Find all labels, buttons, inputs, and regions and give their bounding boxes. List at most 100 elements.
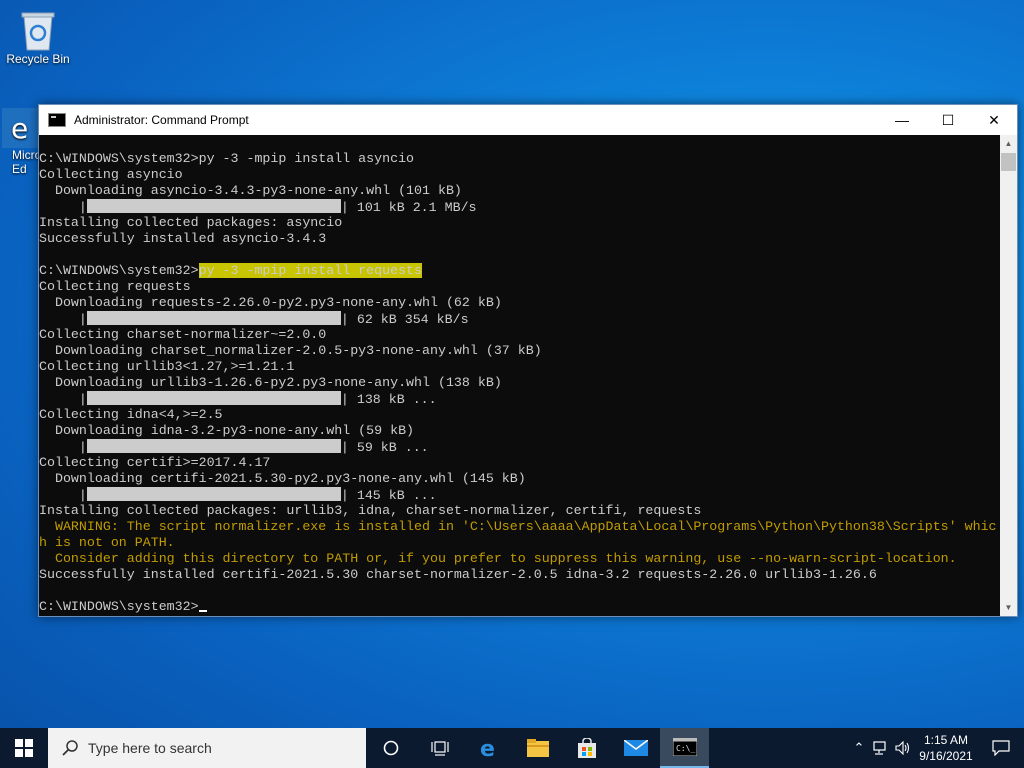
console-line-text: Installing collected packages: urllib3, … bbox=[39, 503, 702, 518]
command-prompt-window[interactable]: Administrator: Command Prompt — ☐ ✕ C:\W… bbox=[38, 104, 1018, 617]
scroll-up-icon[interactable]: ▲ bbox=[1000, 135, 1017, 152]
store-bag-icon bbox=[577, 738, 596, 758]
console-line-suffix: | 59 kB ... bbox=[340, 440, 429, 455]
command-prompt-icon: C:\_ bbox=[672, 738, 697, 756]
console-line: Downloading urllib3-1.26.6-py2.py3-none-… bbox=[39, 375, 999, 391]
taskbar-search-box[interactable]: Type here to search bbox=[48, 728, 366, 768]
console-line-suffix: | 138 kB ... bbox=[340, 392, 437, 407]
search-icon bbox=[62, 740, 78, 756]
cortana-button[interactable] bbox=[366, 728, 415, 768]
text-cursor bbox=[198, 610, 207, 612]
console-line: Installing collected packages: asyncio bbox=[39, 215, 999, 231]
progress-bar bbox=[86, 439, 341, 453]
edge-icon: e bbox=[480, 737, 495, 759]
console-line-text: Collecting requests bbox=[39, 279, 191, 294]
chevron-up-icon: ⌃ bbox=[853, 740, 865, 755]
svg-text:e: e bbox=[480, 737, 495, 759]
console-line: Consider adding this directory to PATH o… bbox=[39, 551, 999, 567]
console-line: Collecting idna<4,>=2.5 bbox=[39, 407, 999, 423]
task-view-icon bbox=[430, 741, 449, 756]
folder-icon bbox=[526, 739, 549, 757]
svg-text:e: e bbox=[11, 112, 28, 145]
scrollbar-thumb[interactable] bbox=[1001, 153, 1016, 171]
console-line-prefix: C:\WINDOWS\system32> bbox=[39, 599, 199, 614]
console-line: | | 138 kB ... bbox=[39, 391, 999, 407]
console-line-suffix: | 101 kB 2.1 MB/s bbox=[340, 200, 477, 215]
action-center-button[interactable] bbox=[978, 740, 1024, 756]
console-line-suffix: | 62 kB 354 kB/s bbox=[340, 312, 469, 327]
console-line-text: Successfully installed certifi-2021.5.30… bbox=[39, 567, 877, 582]
console-line: Downloading certifi-2021.5.30-py2.py3-no… bbox=[39, 471, 999, 487]
console-line-prefix: | bbox=[39, 488, 87, 503]
console-line-prefix: | bbox=[39, 392, 87, 407]
console-line-text: Collecting asyncio bbox=[39, 167, 183, 182]
search-placeholder: Type here to search bbox=[88, 740, 212, 756]
console-lines: C:\WINDOWS\system32>py -3 -mpip install … bbox=[39, 135, 999, 615]
desktop-icon-edge[interactable]: e Micro Ed bbox=[0, 108, 40, 176]
scroll-down-icon[interactable]: ▼ bbox=[1000, 599, 1017, 616]
console-line: | | 62 kB 354 kB/s bbox=[39, 311, 999, 327]
progress-bar bbox=[86, 487, 341, 501]
volume-button[interactable] bbox=[892, 741, 914, 755]
start-button[interactable] bbox=[0, 728, 48, 768]
desktop-icon-label: Micro Ed bbox=[12, 148, 40, 176]
console-line-prefix: C:\WINDOWS\system32> bbox=[39, 263, 199, 278]
console-line-prefix: | bbox=[39, 440, 87, 455]
clock-button[interactable]: 1:15 AM 9/16/2021 bbox=[914, 732, 978, 764]
console-line: WARNING: The script normalizer.exe is in… bbox=[39, 519, 999, 535]
console-line: | | 59 kB ... bbox=[39, 439, 999, 455]
console-line: Collecting charset-normalizer~=2.0.0 bbox=[39, 327, 999, 343]
task-view-button[interactable] bbox=[415, 728, 464, 768]
console-line: Downloading idna-3.2-py3-none-any.whl (5… bbox=[39, 423, 999, 439]
taskbar: Type here to search e C:\_ ⌃ 1:15 AM 9/1… bbox=[0, 728, 1024, 768]
console-line: Collecting urllib3<1.27,>=1.21.1 bbox=[39, 359, 999, 375]
console-line-text: Installing collected packages: asyncio bbox=[39, 215, 343, 230]
console-line: C:\WINDOWS\system32>py -3 -mpip install … bbox=[39, 263, 999, 279]
edge-icon: e bbox=[2, 108, 38, 148]
taskbar-mail-button[interactable] bbox=[611, 728, 660, 768]
console-line-text: Downloading charset_normalizer-2.0.5-py3… bbox=[39, 343, 542, 358]
windows-logo-icon bbox=[15, 739, 33, 757]
console-line: h is not on PATH. bbox=[39, 535, 999, 551]
vertical-scrollbar[interactable]: ▲ ▼ bbox=[1000, 135, 1017, 616]
progress-bar bbox=[86, 311, 341, 325]
clock-date: 9/16/2021 bbox=[919, 749, 973, 763]
window-titlebar[interactable]: Administrator: Command Prompt — ☐ ✕ bbox=[39, 105, 1017, 135]
desktop-icon-recycle-bin[interactable]: Recycle Bin bbox=[0, 8, 76, 66]
close-button[interactable]: ✕ bbox=[971, 105, 1017, 135]
console-line-text: Collecting urllib3<1.27,>=1.21.1 bbox=[39, 359, 295, 374]
console-line: C:\WINDOWS\system32> bbox=[39, 599, 999, 615]
console-line-suffix: | 145 kB ... bbox=[340, 488, 437, 503]
console-line: C:\WINDOWS\system32>py -3 -mpip install … bbox=[39, 151, 999, 167]
taskbar-cmd-button[interactable]: C:\_ bbox=[660, 728, 709, 768]
notification-icon bbox=[992, 740, 1010, 756]
console-line: Successfully installed asyncio-3.4.3 bbox=[39, 231, 999, 247]
network-button[interactable] bbox=[870, 741, 892, 755]
network-icon bbox=[873, 741, 886, 755]
console-output[interactable]: C:\WINDOWS\system32>py -3 -mpip install … bbox=[39, 135, 999, 616]
console-line-prefix: | bbox=[39, 200, 87, 215]
highlighted-command: py -3 -mpip install requests bbox=[198, 263, 423, 278]
taskbar-file-explorer-button[interactable] bbox=[513, 728, 562, 768]
recycle-bin-icon bbox=[18, 8, 58, 52]
progress-bar bbox=[86, 199, 341, 213]
progress-bar bbox=[86, 391, 341, 405]
taskbar-edge-button[interactable]: e bbox=[464, 728, 513, 768]
taskbar-store-button[interactable] bbox=[562, 728, 611, 768]
console-line-text: Collecting idna<4,>=2.5 bbox=[39, 407, 223, 422]
console-line-text: Downloading certifi-2021.5.30-py2.py3-no… bbox=[39, 471, 526, 486]
clock-time: 1:15 AM bbox=[923, 733, 969, 747]
console-line-text: WARNING: The script normalizer.exe is in… bbox=[39, 519, 997, 534]
minimize-button[interactable]: — bbox=[879, 105, 925, 135]
maximize-button[interactable]: ☐ bbox=[925, 105, 971, 135]
desktop-icon-label: Recycle Bin bbox=[6, 52, 70, 66]
console-line-text: Collecting charset-normalizer~=2.0.0 bbox=[39, 327, 327, 342]
show-hidden-icons-button[interactable]: ⌃ bbox=[848, 740, 870, 756]
speaker-icon bbox=[895, 741, 910, 755]
cortana-circle-icon bbox=[383, 740, 398, 756]
console-line-text: C:\WINDOWS\system32>py -3 -mpip install … bbox=[39, 151, 415, 166]
cmd-icon bbox=[48, 113, 66, 127]
mail-icon bbox=[623, 740, 648, 756]
